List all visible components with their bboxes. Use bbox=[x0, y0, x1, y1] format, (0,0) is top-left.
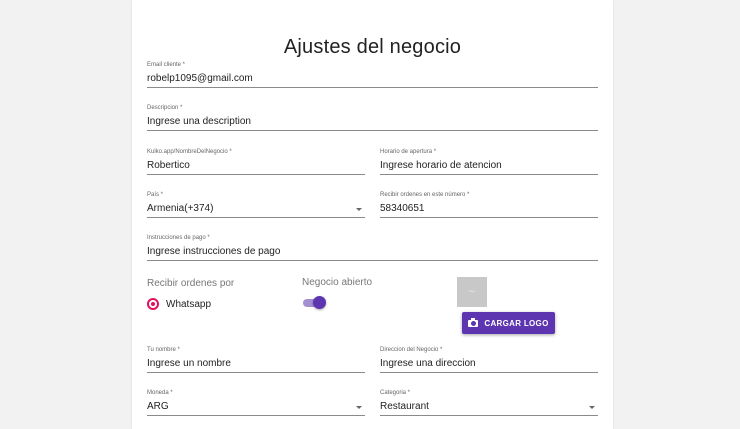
order-number-underline bbox=[380, 217, 598, 218]
dropdown-arrow-icon[interactable] bbox=[589, 406, 595, 409]
camera-icon bbox=[468, 317, 479, 327]
currency-underline bbox=[147, 415, 365, 416]
name-label: Tu nombre * bbox=[147, 347, 180, 353]
upload-logo-label: CARGAR LOGO bbox=[484, 318, 549, 328]
address-label: Direccion del Negocio * bbox=[380, 347, 443, 353]
business-url-label: Kulko.app/NombreDelNegocio * bbox=[147, 149, 232, 155]
orders-via-label: Recibir ordenes por bbox=[147, 278, 235, 289]
settings-card: Ajustes del negocio Email cliente * robe… bbox=[132, 0, 613, 429]
address-value[interactable]: Ingrese una direccion bbox=[380, 358, 476, 369]
logo-placeholder-image: logo bbox=[457, 277, 487, 307]
whatsapp-radio[interactable] bbox=[147, 298, 159, 310]
category-label: Categoria * bbox=[380, 390, 411, 396]
opening-hours-underline bbox=[380, 174, 598, 175]
payment-instructions-value[interactable]: Ingrese instrucciones de pago bbox=[147, 246, 280, 257]
country-value[interactable]: Armenia(+374) bbox=[147, 203, 213, 214]
currency-label: Moneda * bbox=[147, 390, 173, 396]
payment-instructions-label: Instrucciones de pago * bbox=[147, 235, 210, 241]
business-url-value[interactable]: Robertico bbox=[147, 160, 190, 171]
category-value[interactable]: Restaurant bbox=[380, 401, 429, 412]
email-value[interactable]: robelp1095@gmail.com bbox=[147, 73, 253, 84]
email-underline bbox=[147, 87, 598, 88]
upload-logo-button[interactable]: CARGAR LOGO bbox=[462, 312, 555, 334]
open-business-label: Negocio abierto bbox=[302, 277, 373, 288]
payment-instructions-underline bbox=[147, 260, 598, 261]
opening-hours-value[interactable]: Ingrese horario de atencion bbox=[380, 160, 502, 171]
country-underline bbox=[147, 217, 365, 218]
address-underline bbox=[380, 372, 598, 373]
description-underline bbox=[147, 130, 598, 131]
currency-value[interactable]: ARG bbox=[147, 401, 169, 412]
category-underline bbox=[380, 415, 598, 416]
logo-placeholder-text: logo bbox=[469, 289, 475, 293]
order-number-label: Recibir ordenes en este número * bbox=[380, 192, 470, 198]
opening-hours-label: Horario de apertura * bbox=[380, 149, 437, 155]
order-number-value[interactable]: 58340651 bbox=[380, 203, 425, 214]
email-label: Email cliente * bbox=[147, 62, 186, 68]
description-value[interactable]: Ingrese una description bbox=[147, 116, 251, 127]
name-value[interactable]: Ingrese un nombre bbox=[147, 358, 231, 369]
name-underline bbox=[147, 372, 365, 373]
dropdown-arrow-icon[interactable] bbox=[356, 208, 362, 211]
page-title: Ajustes del negocio bbox=[283, 36, 462, 58]
country-label: País * bbox=[147, 192, 164, 198]
open-business-toggle-thumb[interactable] bbox=[313, 296, 326, 309]
dropdown-arrow-icon[interactable] bbox=[356, 406, 362, 409]
business-url-underline bbox=[147, 174, 365, 175]
description-label: Descripcion * bbox=[147, 105, 183, 111]
whatsapp-radio-label[interactable]: Whatsapp bbox=[166, 299, 211, 310]
